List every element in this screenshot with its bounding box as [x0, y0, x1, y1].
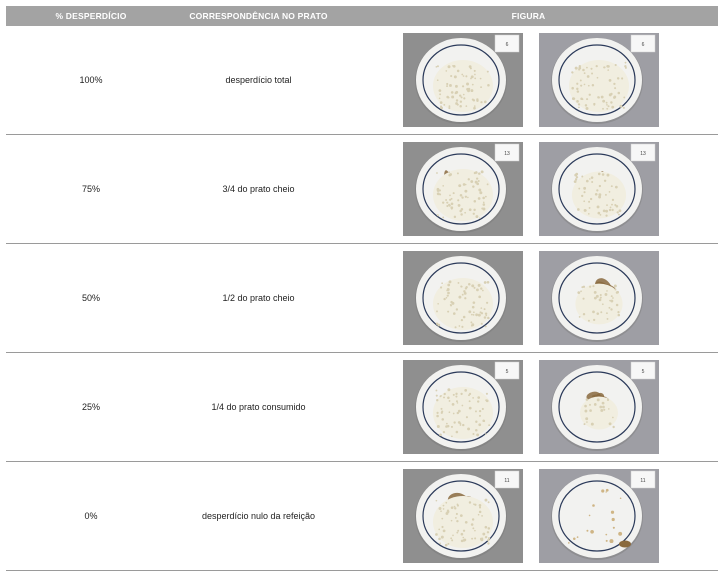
plate-number-label: 13 — [504, 151, 510, 157]
header-waste-percent: % DESPERDÍCIO — [55, 11, 127, 21]
plate-illustration: 13 — [539, 142, 659, 236]
description-cell: desperdício total — [225, 75, 292, 85]
table-header: % DESPERDÍCIO CORRESPONDÊNCIA NO PRATO F… — [6, 6, 718, 26]
waste-percent-cell: 75% — [81, 184, 100, 194]
plate-illustration: 5 — [539, 360, 659, 454]
plate-photo-before: 11 — [403, 469, 523, 563]
plate-photo-after: 11 — [539, 469, 659, 563]
table-row: 0% desperdício nulo da refeição 11 11 — [6, 462, 718, 571]
plate-photo-after: 5 — [539, 360, 659, 454]
plate-photo-before — [403, 251, 523, 345]
table-row: 75% 3/4 do prato cheio 13 13 — [6, 135, 718, 244]
table-row: 25% 1/4 do prato consumido 5 5 — [6, 353, 718, 462]
table-row: 100% desperdício total 6 6 — [6, 26, 718, 135]
plate-number-label: 11 — [504, 478, 509, 484]
rice-portion — [433, 169, 493, 221]
plate-number-label: 6 — [506, 42, 509, 48]
plate-illustration: 11 — [403, 469, 523, 563]
plate-illustration: 6 — [403, 33, 523, 127]
plate-number-label: 5 — [506, 369, 509, 375]
plate-number-label: 13 — [640, 151, 646, 157]
waste-table: % DESPERDÍCIO CORRESPONDÊNCIA NO PRATO F… — [6, 6, 718, 571]
waste-percent-cell: 50% — [81, 293, 100, 303]
plate-number-label: 11 — [640, 478, 645, 484]
plate-photo-before: 5 — [403, 360, 523, 454]
plate-photo-before: 13 — [403, 142, 523, 236]
plate-illustration — [539, 251, 659, 345]
plate-photo-after: 13 — [539, 142, 659, 236]
waste-percent-cell: 0% — [84, 511, 98, 521]
leftover-scrap — [619, 540, 631, 548]
description-cell: 3/4 do prato cheio — [222, 184, 295, 194]
plate-number-label: 5 — [642, 369, 645, 375]
plate-photo-after: 6 — [539, 33, 659, 127]
description-cell: 1/4 do prato consumido — [211, 402, 306, 412]
rice-portion — [433, 278, 493, 330]
header-figure: FIGURA — [511, 11, 546, 21]
plate-illustration: 13 — [403, 142, 523, 236]
table-row: 50% 1/2 do prato cheio — [6, 244, 718, 353]
waste-percent-cell: 25% — [81, 402, 100, 412]
description-cell: 1/2 do prato cheio — [222, 293, 295, 303]
description-cell: desperdício nulo da refeição — [201, 511, 316, 521]
plate-photo-after — [539, 251, 659, 345]
plate-illustration: 5 — [403, 360, 523, 454]
plate-number-label: 6 — [642, 42, 645, 48]
plate-photo-before: 6 — [403, 33, 523, 127]
header-correspondence: CORRESPONDÊNCIA NO PRATO — [189, 11, 328, 21]
plate-illustration: 6 — [539, 33, 659, 127]
rice-portion — [580, 396, 618, 430]
plate-illustration: 11 — [539, 469, 659, 563]
waste-percent-cell: 100% — [79, 75, 103, 85]
plate-illustration — [403, 251, 523, 345]
